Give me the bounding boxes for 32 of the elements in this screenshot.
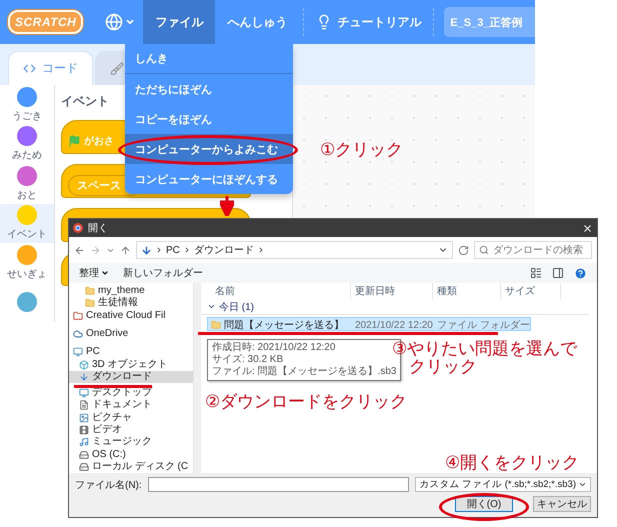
tooltip-line: 作成日時: 2021/10/22 12:20 [212, 342, 336, 354]
file-name-label: ファイル名(N): [75, 478, 142, 492]
navigation-label: ドキュメント [92, 399, 152, 412]
navigation-label: OS (C:) [92, 448, 126, 461]
annotation-text: ④開くをクリック [445, 453, 580, 473]
navigation-label: 3D オブジェクト [92, 358, 168, 371]
file-date: 2021/10/22 12:20 [354, 320, 434, 330]
annotation-text: ①クリック [320, 140, 404, 160]
navigation-label: my_theme [98, 285, 145, 296]
navigation-label: ローカル ディスク (C [92, 460, 188, 473]
palette-heading: イベント [61, 93, 110, 110]
navigation-label: OneDrive [86, 328, 128, 340]
navigation-label: ミュージック [92, 436, 152, 448]
category-label: みため [12, 149, 42, 162]
category-label: イベント [7, 228, 47, 242]
block-label: がおさ [84, 135, 114, 148]
tooltip-line: ファイル: 問題【メッセージを送る】.sb3 [212, 366, 396, 378]
navigation-label: デスクトップ [92, 387, 152, 400]
tooltip-line: サイズ: 30.2 KB [212, 354, 284, 366]
file-name: 問題【メッセージを送る】 [224, 318, 344, 332]
navigation-label: 生徒情報 [98, 297, 138, 310]
navigation-label: ビデオ [92, 424, 122, 436]
annotation-text: ②ダウンロードをクリック [205, 392, 408, 412]
navigation-label: ダウンロード [92, 370, 152, 383]
navigation-label: ピクチャ [92, 412, 132, 424]
navigation-label: Creative Cloud Fil [86, 310, 166, 322]
file-type: ファイル フォルダー [436, 319, 531, 332]
category-label: おと [17, 188, 37, 202]
category-label: せいぎょ [7, 268, 47, 281]
dialog-title: 開く [88, 222, 109, 235]
navigation-label: PC [86, 346, 100, 358]
category-label: うごき [12, 110, 42, 123]
